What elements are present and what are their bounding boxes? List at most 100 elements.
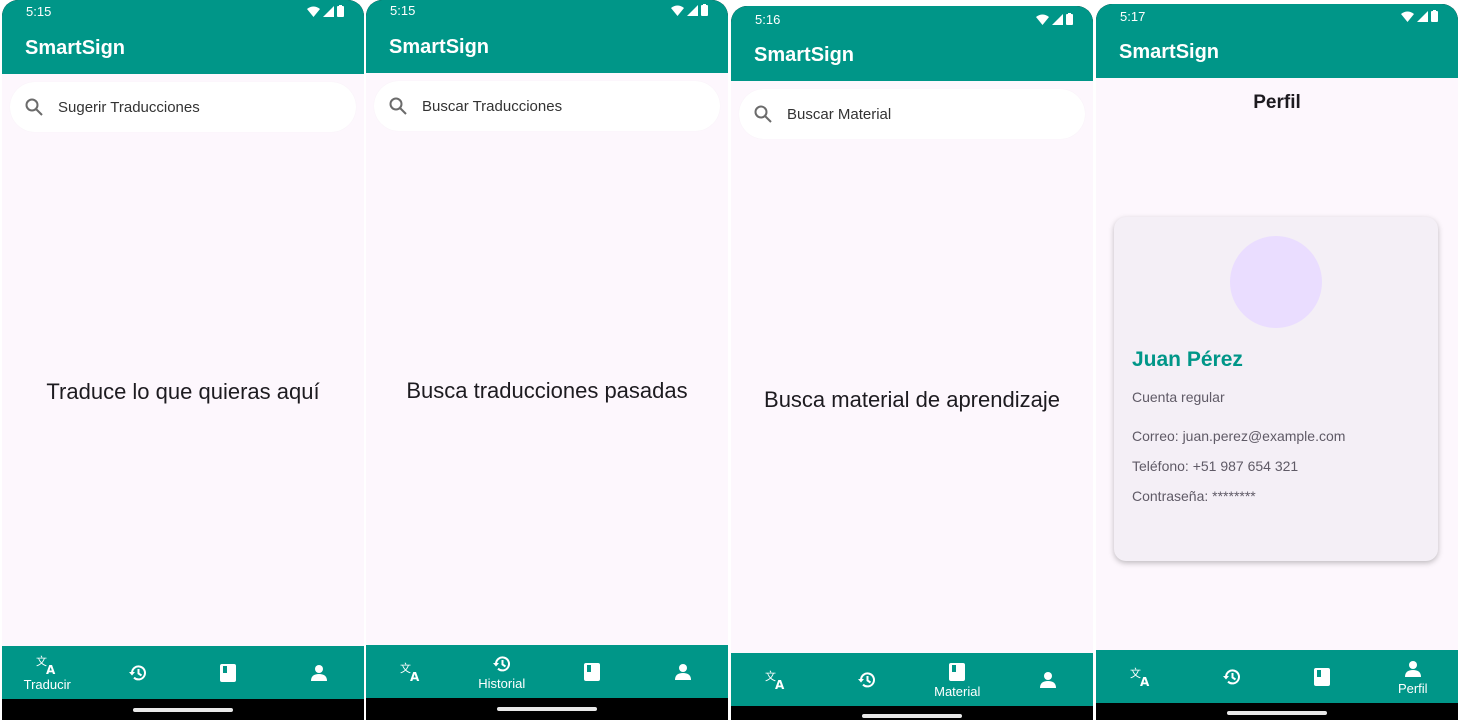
signal-icon xyxy=(1417,10,1428,22)
content-area: Busca traducciones pasadas xyxy=(366,73,728,645)
nav-item-material[interactable] xyxy=(1277,650,1368,703)
svg-text:A: A xyxy=(46,663,56,675)
wifi-icon xyxy=(307,6,320,17)
app-bar: SmartSign xyxy=(731,35,1093,81)
signal-icon xyxy=(1052,13,1063,25)
signal-icon xyxy=(687,4,698,16)
nav-item-translate[interactable]: 文A xyxy=(1096,650,1187,703)
profile-card: Juan Pérez Cuenta regular Correo: juan.p… xyxy=(1114,217,1438,561)
empty-state-text: Busca material de aprendizaje xyxy=(764,387,1060,412)
app-bar: SmartSign xyxy=(366,26,728,73)
nav-item-history[interactable]: Historial xyxy=(457,645,548,698)
search-icon xyxy=(388,96,408,116)
phone-screen-profile: 5:17 SmartSign Perfil Juan Pérez Cuenta … xyxy=(1096,4,1458,720)
nav-label-material: Material xyxy=(934,683,981,699)
bottom-navigation: 文A Historial xyxy=(366,645,728,698)
search-input[interactable] xyxy=(56,97,310,117)
wifi-icon xyxy=(1036,14,1049,25)
status-icons xyxy=(1036,13,1073,25)
history-icon xyxy=(856,669,878,691)
profile-email: Correo: juan.perez@example.com xyxy=(1132,428,1346,444)
status-time: 5:15 xyxy=(390,3,416,18)
person-icon xyxy=(308,662,330,684)
nav-item-profile[interactable] xyxy=(274,646,365,699)
app-title: SmartSign xyxy=(389,36,490,58)
battery-icon xyxy=(701,4,708,16)
signal-icon xyxy=(323,5,334,17)
nav-item-translate[interactable]: 文A Traducir xyxy=(2,646,93,699)
status-icons xyxy=(1401,10,1438,22)
wifi-icon xyxy=(671,5,684,16)
search-bar[interactable] xyxy=(374,81,720,131)
home-indicator[interactable] xyxy=(497,707,597,711)
nav-label-translate: Traducir xyxy=(23,676,71,692)
nav-label-profile: Perfil xyxy=(1397,680,1428,696)
status-bar: 5:15 xyxy=(366,0,728,26)
nav-item-material[interactable] xyxy=(183,646,274,699)
person-icon xyxy=(672,661,694,683)
translate-icon: 文A xyxy=(1130,666,1152,688)
book-icon xyxy=(581,661,603,683)
home-indicator[interactable] xyxy=(133,708,233,712)
empty-state-text: Traduce lo que quieras aquí xyxy=(46,379,320,404)
app-title: SmartSign xyxy=(754,44,855,66)
translate-icon: 文A xyxy=(765,669,787,691)
search-icon xyxy=(24,97,44,117)
app-title: SmartSign xyxy=(25,37,126,59)
book-icon xyxy=(946,661,968,683)
nav-item-profile[interactable]: Perfil xyxy=(1368,650,1459,703)
book-icon xyxy=(217,662,239,684)
nav-item-material[interactable] xyxy=(547,645,638,698)
battery-icon xyxy=(337,5,344,17)
phone-screen-material: 5:16 SmartSign Busca material de aprendi… xyxy=(731,6,1093,720)
nav-item-history[interactable] xyxy=(822,653,913,706)
status-bar: 5:16 xyxy=(731,6,1093,35)
bottom-navigation: 文A Material xyxy=(731,653,1093,706)
nav-item-profile[interactable] xyxy=(1003,653,1094,706)
nav-item-profile[interactable] xyxy=(638,645,729,698)
account-type: Cuenta regular xyxy=(1132,389,1225,405)
nav-item-history[interactable] xyxy=(1187,650,1278,703)
app-title: SmartSign xyxy=(1119,41,1220,63)
content-area: Busca material de aprendizaje xyxy=(731,81,1093,653)
search-input[interactable] xyxy=(420,96,674,116)
nav-item-material[interactable]: Material xyxy=(912,653,1003,706)
status-time: 5:17 xyxy=(1120,9,1146,24)
nav-item-history[interactable] xyxy=(93,646,184,699)
search-input[interactable] xyxy=(785,104,1039,124)
translate-icon: 文A xyxy=(36,654,58,676)
status-time: 5:15 xyxy=(26,4,52,19)
nav-item-translate[interactable]: 文A xyxy=(366,645,457,698)
profile-name: Juan Pérez xyxy=(1132,348,1243,371)
nav-label-history: Historial xyxy=(478,675,526,691)
search-bar[interactable] xyxy=(10,82,356,132)
svg-text:A: A xyxy=(410,670,420,682)
wifi-icon xyxy=(1401,11,1414,22)
bottom-navigation: 文A Traducir xyxy=(2,646,364,699)
content-area: Traduce lo que quieras aquí xyxy=(2,74,364,646)
svg-text:A: A xyxy=(775,678,785,690)
nav-item-translate[interactable]: 文A xyxy=(731,653,822,706)
person-icon xyxy=(1402,658,1424,680)
app-bar: SmartSign xyxy=(1096,32,1458,78)
status-time: 5:16 xyxy=(755,12,781,27)
svg-text:A: A xyxy=(1140,675,1150,687)
person-icon xyxy=(1037,669,1059,691)
status-icons xyxy=(307,5,344,17)
content-area: Perfil Juan Pérez Cuenta regular Correo:… xyxy=(1096,78,1458,650)
phone-screen-history: 5:15 SmartSign Busca traducciones pasada… xyxy=(366,0,728,720)
history-icon xyxy=(1221,666,1243,688)
search-bar[interactable] xyxy=(739,89,1085,139)
avatar[interactable] xyxy=(1230,236,1322,328)
battery-icon xyxy=(1431,10,1438,22)
page-title: Perfil xyxy=(1253,92,1301,113)
status-bar: 5:15 xyxy=(2,0,364,28)
translate-icon: 文A xyxy=(400,661,422,683)
history-icon xyxy=(491,653,513,675)
profile-phone: Teléfono: +51 987 654 321 xyxy=(1132,458,1299,474)
home-indicator[interactable] xyxy=(1227,711,1327,715)
empty-state-text: Busca traducciones pasadas xyxy=(406,378,688,403)
bottom-navigation: 文A Perfil xyxy=(1096,650,1458,703)
search-icon xyxy=(753,104,773,124)
home-indicator[interactable] xyxy=(862,714,962,718)
